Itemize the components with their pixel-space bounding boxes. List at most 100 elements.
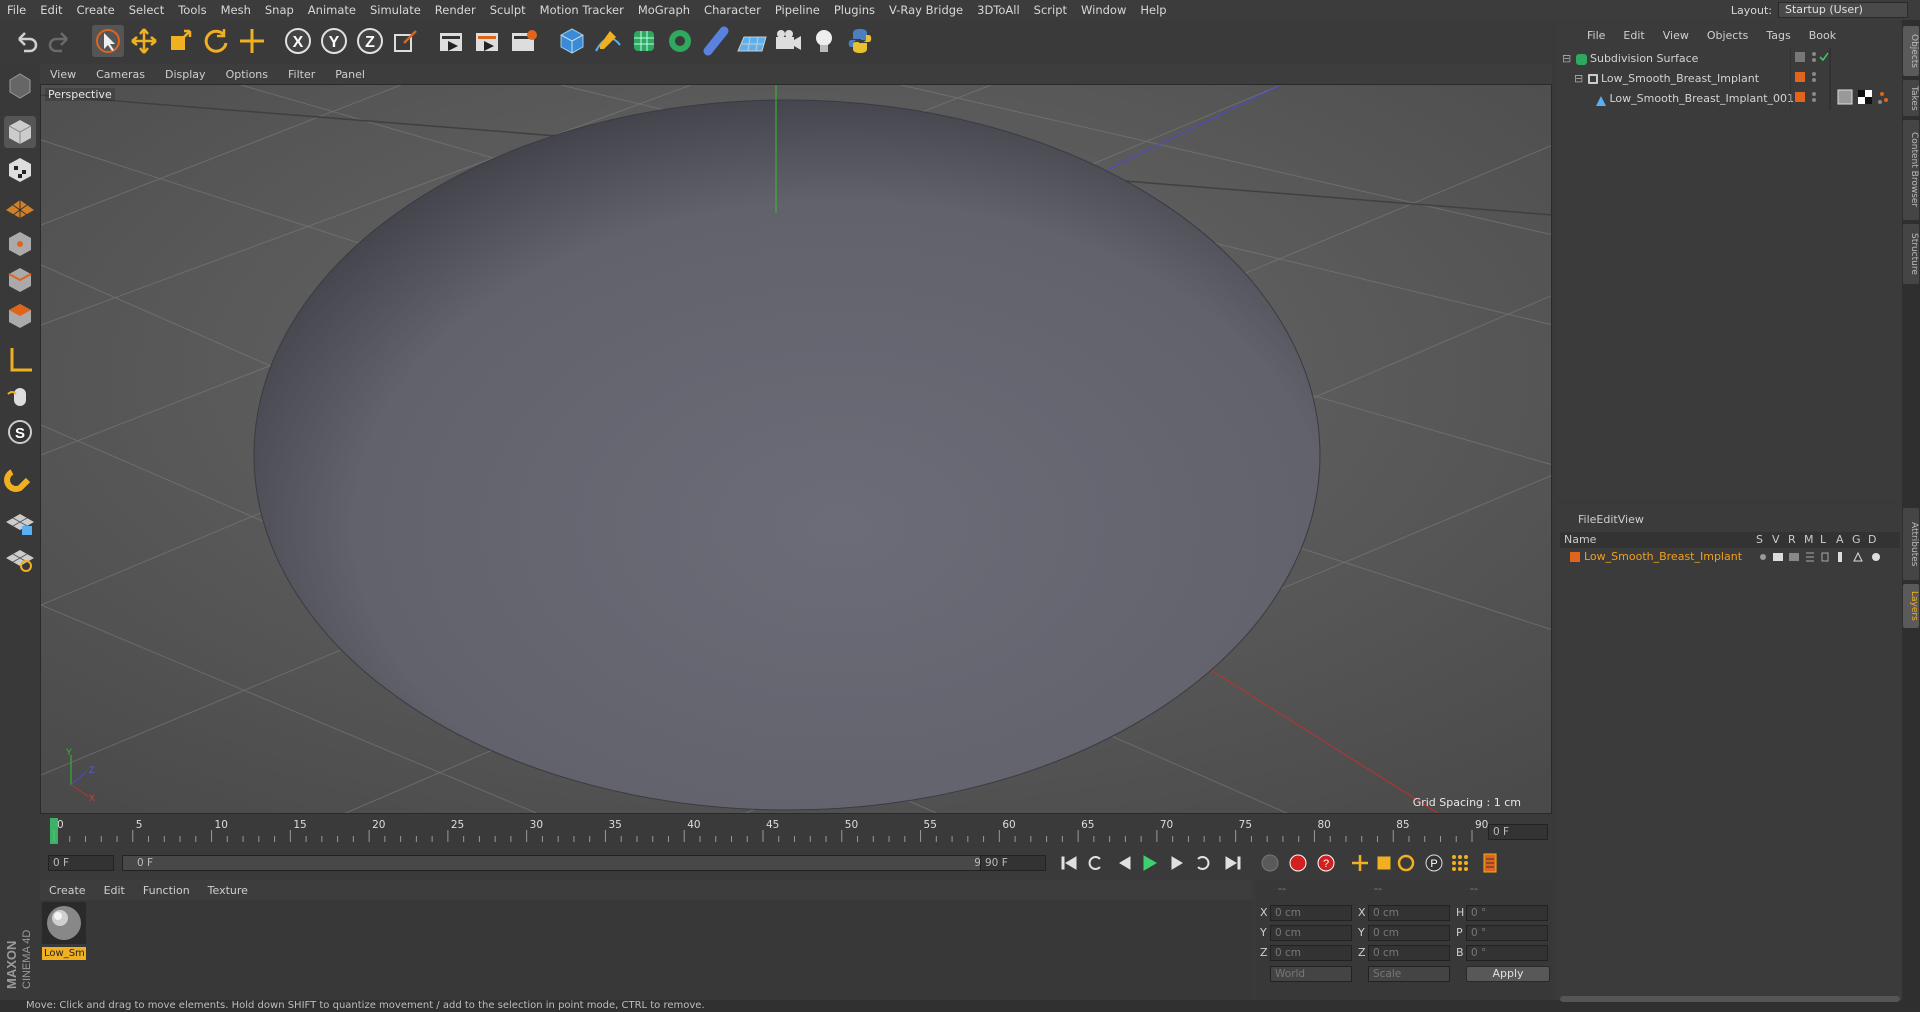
layer-color-swatch[interactable] <box>1795 92 1805 102</box>
axis-mode-icon[interactable] <box>4 344 36 376</box>
workplane-align-icon[interactable] <box>4 542 36 574</box>
coords-position-z[interactable]: 0 cm <box>1270 945 1352 961</box>
viewport-perspective[interactable]: Y Z X Perspective Grid Spacing : 1 cm <box>40 84 1552 814</box>
tweak-mode-icon[interactable] <box>4 380 36 412</box>
cube-object-icon[interactable] <box>556 25 588 57</box>
live-selection-icon[interactable] <box>236 25 268 57</box>
keyframe-selection-icon[interactable]: ? <box>1317 854 1335 872</box>
tab-structure[interactable]: Structure <box>1903 224 1919 284</box>
coords-rotation-b[interactable]: 0 ° <box>1466 945 1548 961</box>
menu-item-pipeline[interactable]: Pipeline <box>768 0 827 20</box>
object-menu-book[interactable]: Book <box>1800 29 1845 42</box>
move-icon[interactable] <box>128 25 160 57</box>
y-axis-lock-icon[interactable]: Y <box>318 25 350 57</box>
tab-attributes[interactable]: Attributes <box>1903 508 1919 580</box>
layer-horizontal-scrollbar[interactable] <box>1560 996 1900 1002</box>
menu-item-script[interactable]: Script <box>1027 0 1074 20</box>
go-to-end-icon[interactable] <box>1225 856 1241 870</box>
play-icon[interactable] <box>1143 855 1157 871</box>
subdivision-surface-icon[interactable] <box>628 25 660 57</box>
layout-selector[interactable]: Layout: Startup (User) <box>1731 0 1908 20</box>
workplane-lock-icon[interactable] <box>4 506 36 538</box>
breast-implant-mesh[interactable] <box>253 99 1321 811</box>
layout-dropdown[interactable]: Startup (User) <box>1778 2 1908 18</box>
polygons-mode-icon[interactable] <box>4 300 36 332</box>
scale-icon[interactable] <box>164 25 196 57</box>
layer-menu-file[interactable]: File <box>1578 513 1596 526</box>
uvw-tag-icon[interactable] <box>1878 92 1888 104</box>
menu-item-animate[interactable]: Animate <box>301 0 363 20</box>
next-frame-icon[interactable] <box>1171 856 1183 870</box>
python-icon[interactable] <box>844 25 876 57</box>
workplane-mode-icon[interactable] <box>4 190 36 222</box>
coordinate-system-icon[interactable] <box>390 25 422 57</box>
coords-rotation-p[interactable]: 0 ° <box>1466 925 1548 941</box>
render-settings-icon[interactable] <box>508 25 540 57</box>
menu-item-create[interactable]: Create <box>70 0 122 20</box>
layer-color-swatch[interactable] <box>1795 52 1805 62</box>
x-axis-lock-icon[interactable]: X <box>282 25 314 57</box>
enabled-check-icon[interactable] <box>1819 52 1829 62</box>
visibility-dots[interactable] <box>1812 52 1816 62</box>
viewport-menu-display[interactable]: Display <box>155 68 216 81</box>
rotation-key-icon[interactable] <box>1397 854 1415 872</box>
end-frame-field[interactable]: 90 F <box>980 855 1046 871</box>
snap-icon[interactable]: S <box>4 416 36 448</box>
record-disabled-icon[interactable] <box>1261 854 1279 872</box>
timeline-ruler[interactable]: 0 5 10 15 20 25 30 35 40 45 50 55 60 65 70 75 80 85 90 0 F <box>40 814 1552 850</box>
material-menu-edit[interactable]: Edit <box>95 884 134 897</box>
menu-item-3dtoall[interactable]: 3DToAll <box>970 0 1027 20</box>
viewport-menu-cameras[interactable]: Cameras <box>86 68 155 81</box>
pen-spline-icon[interactable] <box>592 25 624 57</box>
menu-item-snap[interactable]: Snap <box>258 0 301 20</box>
menu-item-character[interactable]: Character <box>697 0 768 20</box>
tab-takes[interactable]: Takes <box>1903 80 1919 116</box>
edges-mode-icon[interactable] <box>4 264 36 296</box>
deformer-icon[interactable] <box>700 25 732 57</box>
material-tag-icon[interactable] <box>1858 90 1872 104</box>
object-menu-file[interactable]: File <box>1578 29 1614 42</box>
tab-content-browser[interactable]: Content Browser <box>1903 120 1919 220</box>
coords-size-z[interactable]: 0 cm <box>1368 945 1450 961</box>
coords-size-x[interactable]: 0 cm <box>1368 905 1450 921</box>
layer-menu-edit[interactable]: Edit <box>1596 513 1617 526</box>
phong-tag-icon[interactable] <box>1837 89 1853 105</box>
tab-layers[interactable]: Layers <box>1903 584 1919 628</box>
menu-item-help[interactable]: Help <box>1133 0 1173 20</box>
tab-objects[interactable]: Objects <box>1903 26 1919 76</box>
menu-item-window[interactable]: Window <box>1074 0 1133 20</box>
render-picture-viewer-icon[interactable] <box>472 25 504 57</box>
previous-key-icon[interactable] <box>1088 856 1101 870</box>
material-menu-function[interactable]: Function <box>134 884 199 897</box>
menu-item-motion-tracker[interactable]: Motion Tracker <box>533 0 631 20</box>
material-menu-texture[interactable]: Texture <box>199 884 257 897</box>
viewport-menu-options[interactable]: Options <box>216 68 278 81</box>
timeline-window-icon[interactable] <box>1483 853 1497 873</box>
coords-position-x[interactable]: 0 cm <box>1270 905 1352 921</box>
apply-button[interactable]: Apply <box>1466 966 1550 982</box>
menu-item-plugins[interactable]: Plugins <box>827 0 882 20</box>
model-mode-icon[interactable] <box>4 116 36 148</box>
menu-item-render[interactable]: Render <box>428 0 483 20</box>
rotate-icon[interactable] <box>200 25 232 57</box>
magnet-icon[interactable] <box>4 462 36 494</box>
points-mode-icon[interactable] <box>4 228 36 260</box>
menu-item-tools[interactable]: Tools <box>171 0 213 20</box>
menu-item-file[interactable]: File <box>0 0 33 20</box>
make-editable-icon[interactable] <box>4 70 36 102</box>
light-icon[interactable] <box>808 25 840 57</box>
render-view-icon[interactable] <box>436 25 468 57</box>
timeline-start-field[interactable]: 0 F <box>1488 824 1548 840</box>
layer-color-swatch[interactable] <box>1570 552 1580 562</box>
select-arrow-icon[interactable] <box>92 25 124 57</box>
coords-position-y[interactable]: 0 cm <box>1270 925 1352 941</box>
parameter-key-icon[interactable]: P <box>1425 854 1443 872</box>
current-frame-field[interactable]: 0 F <box>48 855 114 871</box>
layer-flag-icons[interactable] <box>1756 550 1896 564</box>
menu-item-edit[interactable]: Edit <box>33 0 69 20</box>
menu-item-mesh[interactable]: Mesh <box>214 0 258 20</box>
camera-icon[interactable] <box>772 25 804 57</box>
point-level-animation-icon[interactable] <box>1452 855 1468 871</box>
layer-menu-view[interactable]: View <box>1618 513 1644 526</box>
menu-item-v-ray-bridge[interactable]: V-Ray Bridge <box>882 0 970 20</box>
